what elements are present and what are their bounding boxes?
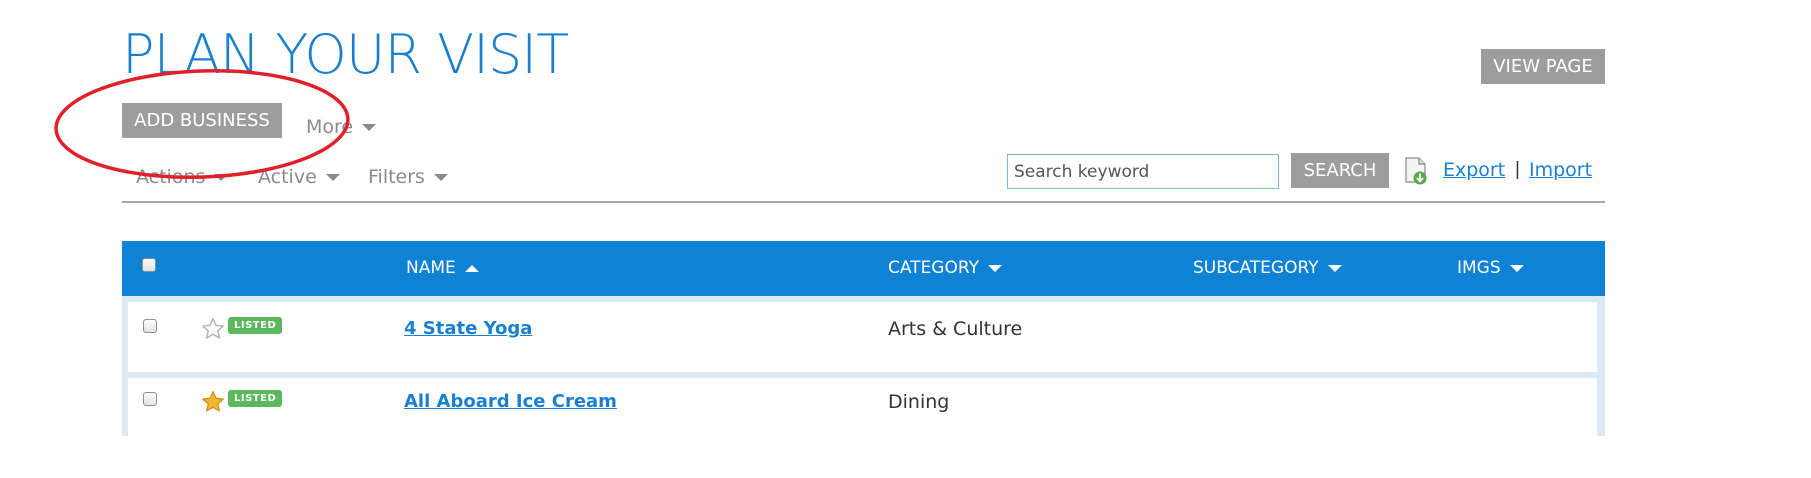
chevron-down-icon xyxy=(1509,264,1524,272)
category-cell: Arts & Culture xyxy=(888,318,1023,340)
star-outline-icon[interactable] xyxy=(200,316,226,342)
status-badge: LISTED xyxy=(228,390,283,407)
page-title: PLAN YOUR VISIT xyxy=(122,23,569,86)
actions-dropdown[interactable]: Actions xyxy=(136,166,229,188)
column-header-imgs-label: IMGS xyxy=(1457,258,1501,278)
import-link[interactable]: Import xyxy=(1529,159,1592,181)
column-header-name-label: NAME xyxy=(406,258,456,278)
more-dropdown-label: More xyxy=(306,116,354,138)
sort-ascending-icon xyxy=(464,264,479,272)
chevron-down-icon xyxy=(433,174,448,181)
column-header-subcategory[interactable]: SUBCATEGORY xyxy=(1193,258,1342,278)
view-page-button[interactable]: VIEW PAGE xyxy=(1481,49,1605,84)
active-dropdown[interactable]: Active xyxy=(258,166,340,188)
table-body: LISTED 4 State Yoga Arts & Culture LISTE… xyxy=(122,296,1605,448)
column-header-subcategory-label: SUBCATEGORY xyxy=(1193,258,1319,278)
table-header: NAME CATEGORY SUBCATEGORY IMGS xyxy=(122,241,1605,296)
add-business-button[interactable]: ADD BUSINESS xyxy=(122,103,282,138)
search-button[interactable]: SEARCH xyxy=(1291,153,1389,188)
column-header-category-label: CATEGORY xyxy=(888,258,979,278)
export-link[interactable]: Export xyxy=(1443,159,1505,181)
toolbar-divider xyxy=(122,201,1605,203)
business-name-link[interactable]: All Aboard Ice Cream xyxy=(404,391,617,412)
chevron-down-icon xyxy=(362,124,377,131)
table-row: LISTED All Aboard Ice Cream Dining xyxy=(128,378,1597,448)
table-row: LISTED 4 State Yoga Arts & Culture xyxy=(128,302,1597,372)
star-filled-icon[interactable] xyxy=(200,389,226,415)
row-checkbox[interactable] xyxy=(143,319,157,333)
chevron-down-icon xyxy=(987,264,1002,272)
category-cell: Dining xyxy=(888,391,950,413)
more-dropdown[interactable]: More xyxy=(306,116,377,138)
column-header-imgs[interactable]: IMGS xyxy=(1457,258,1524,278)
chevron-down-icon xyxy=(325,174,340,181)
search-input[interactable] xyxy=(1007,154,1279,189)
chevron-down-icon xyxy=(214,174,229,181)
select-all-checkbox[interactable] xyxy=(142,258,156,272)
column-header-category[interactable]: CATEGORY xyxy=(888,258,1002,278)
filters-dropdown-label: Filters xyxy=(368,166,425,188)
link-separator: | xyxy=(1515,159,1520,180)
row-checkbox[interactable] xyxy=(143,392,157,406)
active-dropdown-label: Active xyxy=(258,166,317,188)
status-badge: LISTED xyxy=(228,317,283,334)
column-header-name[interactable]: NAME xyxy=(406,258,479,278)
business-name-link[interactable]: 4 State Yoga xyxy=(404,318,532,339)
filters-dropdown[interactable]: Filters xyxy=(368,166,448,188)
export-file-icon[interactable] xyxy=(1403,156,1429,186)
actions-dropdown-label: Actions xyxy=(136,166,206,188)
chevron-down-icon xyxy=(1327,264,1342,272)
